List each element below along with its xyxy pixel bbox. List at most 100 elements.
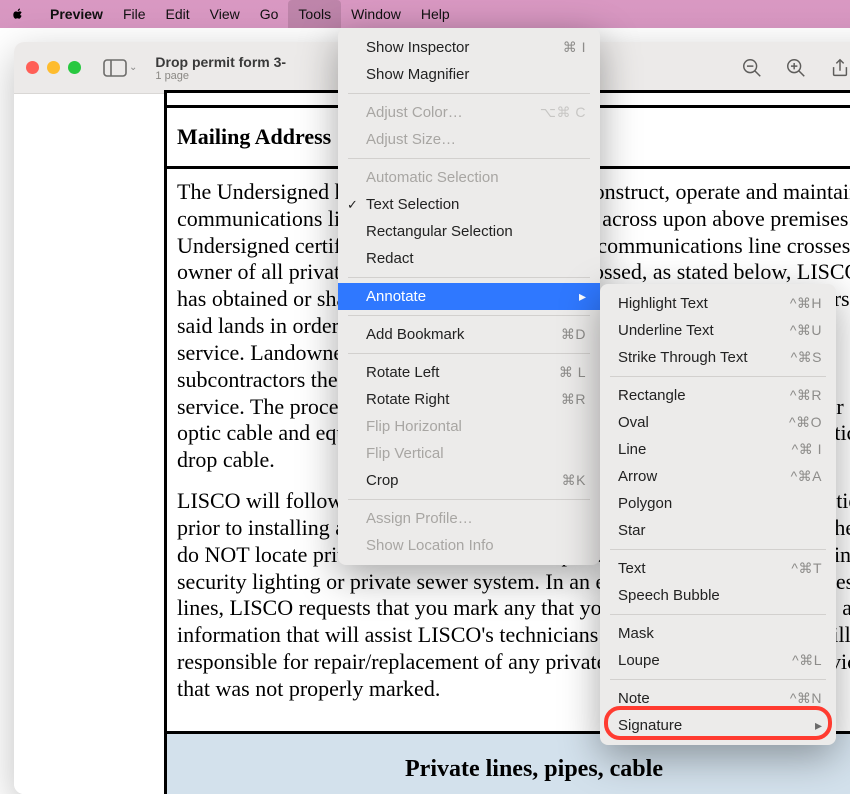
shortcut: ^⌘R <box>790 387 822 404</box>
menu-label: Highlight Text <box>618 295 708 312</box>
zoom-in-icon[interactable] <box>784 56 808 80</box>
shortcut: ^⌘H <box>790 295 822 312</box>
shortcut: ⌘K <box>562 472 586 489</box>
submenu-line[interactable]: Line ^⌘ I <box>600 436 836 463</box>
menu-text-selection[interactable]: ✓ Text Selection <box>338 191 600 218</box>
menu-label: Flip Vertical <box>366 445 444 462</box>
menu-annotate[interactable]: Annotate ▸ <box>338 283 600 310</box>
submenu-highlight-text[interactable]: Highlight Text ^⌘H <box>600 290 836 317</box>
menu-divider <box>348 353 590 354</box>
shortcut: ^⌘S <box>791 349 822 366</box>
toolbar-right: ⌄ <box>740 42 850 94</box>
shortcut: ⌘D <box>561 326 586 343</box>
shortcut: ^⌘A <box>791 468 822 485</box>
shortcut: ⌘R <box>561 391 586 408</box>
submenu-rectangle[interactable]: Rectangle ^⌘R <box>600 382 836 409</box>
submenu-arrow-icon: ▸ <box>815 717 822 734</box>
menu-rotate-left[interactable]: Rotate Left ⌘ L <box>338 359 600 386</box>
shortcut: ⌥⌘ C <box>540 104 586 121</box>
apple-menu-icon[interactable] <box>10 6 26 22</box>
menubar-view[interactable]: View <box>200 0 250 28</box>
menu-label: Adjust Size… <box>366 131 456 148</box>
menu-crop[interactable]: Crop ⌘K <box>338 467 600 494</box>
menubar-go[interactable]: Go <box>250 0 289 28</box>
menu-label: Note <box>618 690 650 707</box>
submenu-oval[interactable]: Oval ^⌘O <box>600 409 836 436</box>
zoom-out-icon[interactable] <box>740 56 764 80</box>
menu-add-bookmark[interactable]: Add Bookmark ⌘D <box>338 321 600 348</box>
menubar-edit[interactable]: Edit <box>156 0 200 28</box>
submenu-arrow[interactable]: Arrow ^⌘A <box>600 463 836 490</box>
zoom-button[interactable] <box>68 61 81 74</box>
menu-label: Line <box>618 441 646 458</box>
minimize-button[interactable] <box>47 61 60 74</box>
menu-label: Automatic Selection <box>366 169 499 186</box>
menu-rotate-right[interactable]: Rotate Right ⌘R <box>338 386 600 413</box>
submenu-arrow-icon: ▸ <box>579 288 586 305</box>
menu-label: Text Selection <box>366 196 459 213</box>
shortcut: ^⌘O <box>789 414 822 431</box>
submenu-strike-through[interactable]: Strike Through Text ^⌘S <box>600 344 836 371</box>
menubar-tools[interactable]: Tools <box>288 0 341 28</box>
chevron-down-icon: ⌄ <box>129 62 137 73</box>
menu-label: Redact <box>366 250 414 267</box>
menu-show-magnifier[interactable]: Show Magnifier <box>338 61 600 88</box>
menu-divider <box>610 679 826 680</box>
close-button[interactable] <box>26 61 39 74</box>
share-icon[interactable] <box>828 56 850 80</box>
menu-label: Speech Bubble <box>618 587 720 604</box>
menubar-help[interactable]: Help <box>411 0 460 28</box>
submenu-star[interactable]: Star <box>600 517 836 544</box>
menu-label: Crop <box>366 472 399 489</box>
menu-divider <box>610 614 826 615</box>
sidebar-toggle[interactable]: ⌄ <box>99 55 141 81</box>
submenu-polygon[interactable]: Polygon <box>600 490 836 517</box>
submenu-signature[interactable]: Signature ▸ <box>600 712 836 739</box>
menu-label: Loupe <box>618 652 660 669</box>
submenu-underline-text[interactable]: Underline Text ^⌘U <box>600 317 836 344</box>
menu-divider <box>348 499 590 500</box>
annotate-submenu: Highlight Text ^⌘H Underline Text ^⌘U St… <box>600 284 836 745</box>
menu-flip-horizontal: Flip Horizontal <box>338 413 600 440</box>
shortcut: ^⌘U <box>790 322 822 339</box>
menu-flip-vertical: Flip Vertical <box>338 440 600 467</box>
submenu-note[interactable]: Note ^⌘N <box>600 685 836 712</box>
menu-label: Underline Text <box>618 322 714 339</box>
menu-label: Star <box>618 522 646 539</box>
menu-label: Flip Horizontal <box>366 418 462 435</box>
menubar-app-name[interactable]: Preview <box>40 0 113 28</box>
menubar-window[interactable]: Window <box>341 0 411 28</box>
menu-label: Adjust Color… <box>366 104 463 121</box>
menu-divider <box>348 277 590 278</box>
menu-rectangular-selection[interactable]: Rectangular Selection <box>338 218 600 245</box>
menu-adjust-size: Adjust Size… <box>338 126 600 153</box>
menu-label: Text <box>618 560 646 577</box>
shortcut: ^⌘N <box>790 690 822 707</box>
shortcut: ^⌘ I <box>792 441 822 458</box>
menu-label: Rotate Left <box>366 364 439 381</box>
shortcut: ⌘ L <box>559 364 586 381</box>
submenu-loupe[interactable]: Loupe ^⌘L <box>600 647 836 674</box>
menu-label: Oval <box>618 414 649 431</box>
menu-show-location-info: Show Location Info <box>338 532 600 559</box>
shortcut: ^⌘T <box>791 560 822 577</box>
menu-assign-profile: Assign Profile… <box>338 505 600 532</box>
menu-label: Show Inspector <box>366 39 469 56</box>
document-title: Drop permit form 3- <box>155 54 286 70</box>
menu-label: Assign Profile… <box>366 510 473 527</box>
menu-adjust-color: Adjust Color… ⌥⌘ C <box>338 99 600 126</box>
menubar-file[interactable]: File <box>113 0 156 28</box>
submenu-text[interactable]: Text ^⌘T <box>600 555 836 582</box>
check-icon: ✓ <box>347 197 358 213</box>
menu-label: Add Bookmark <box>366 326 464 343</box>
tools-menu: Show Inspector ⌘ I Show Magnifier Adjust… <box>338 28 600 565</box>
menu-label: Arrow <box>618 468 657 485</box>
menu-label: Mask <box>618 625 654 642</box>
menu-redact[interactable]: Redact <box>338 245 600 272</box>
menu-label: Signature <box>618 717 682 734</box>
submenu-mask[interactable]: Mask <box>600 620 836 647</box>
menu-show-inspector[interactable]: Show Inspector ⌘ I <box>338 34 600 61</box>
menu-label: Strike Through Text <box>618 349 748 366</box>
submenu-speech-bubble[interactable]: Speech Bubble <box>600 582 836 609</box>
menu-divider <box>610 376 826 377</box>
